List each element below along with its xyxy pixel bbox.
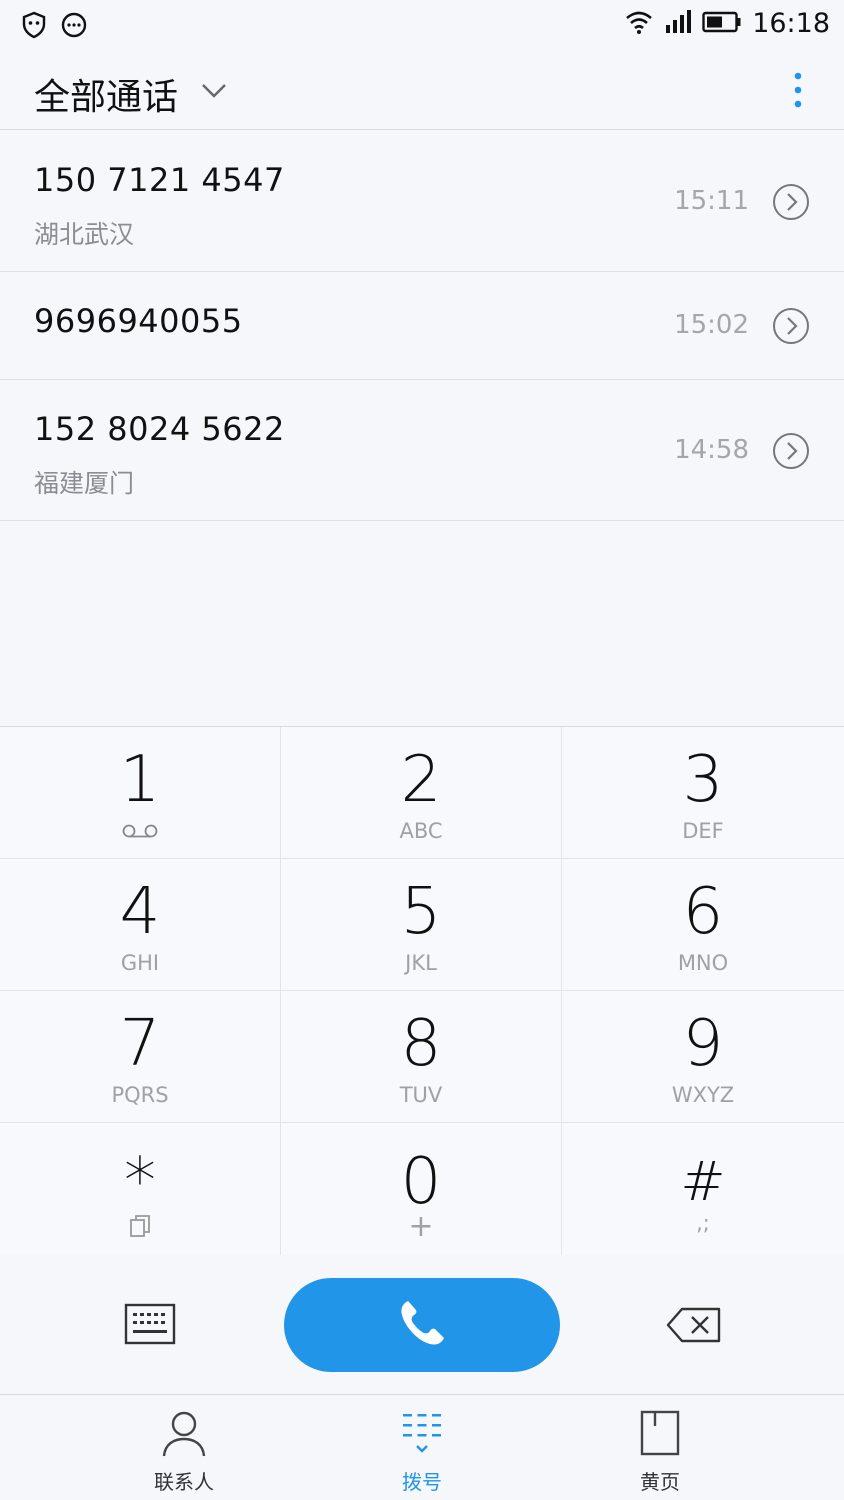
- key-star[interactable]: *: [0, 1123, 281, 1256]
- key-letters: JKL: [405, 951, 437, 975]
- bottom-nav: 联系人 拨号 黄页: [0, 1396, 844, 1500]
- key-letters: PQRS: [111, 1083, 169, 1107]
- battery-icon: [702, 11, 742, 37]
- call-log-item[interactable]: 9696940055 15:02: [0, 272, 844, 380]
- status-time: 16:18: [752, 8, 830, 39]
- key-letters: WXYZ: [671, 1083, 735, 1107]
- status-bar: 16:18: [0, 0, 844, 50]
- keyboard-icon[interactable]: [124, 1303, 176, 1349]
- key-digit: 0: [400, 1145, 442, 1219]
- key-5[interactable]: 5 JKL: [281, 859, 562, 991]
- key-3[interactable]: 3 DEF: [562, 727, 844, 859]
- phone-icon: [394, 1295, 450, 1355]
- call-time: 15:11: [674, 186, 749, 216]
- key-2[interactable]: 2 ABC: [281, 727, 562, 859]
- key-letters: ,;: [696, 1211, 710, 1235]
- backspace-icon[interactable]: [666, 1307, 722, 1347]
- key-digit: 4: [119, 875, 161, 949]
- call-location: 福建厦门: [34, 469, 135, 498]
- wifi-icon: [624, 9, 654, 39]
- nav-label: 黄页: [640, 1470, 680, 1494]
- dial-keypad: 1 2 ABC 3 DEF 4 GHI 5 JKL 6 MNO 7 PQRS 8…: [0, 726, 844, 1256]
- dialpad-icon: [401, 1410, 443, 1462]
- key-letters: GHI: [120, 951, 160, 975]
- key-hash[interactable]: # ,;: [562, 1123, 844, 1256]
- key-9[interactable]: 9 WXYZ: [562, 991, 844, 1123]
- more-options-icon[interactable]: [792, 70, 804, 114]
- key-letters: +: [408, 1209, 434, 1244]
- key-4[interactable]: 4 GHI: [0, 859, 281, 991]
- call-filter-title[interactable]: 全部通话: [34, 68, 178, 120]
- key-letters: TUV: [399, 1083, 443, 1107]
- call-location: 湖北武汉: [34, 220, 135, 249]
- dial-action-row: [0, 1255, 844, 1395]
- key-digit: #: [680, 1150, 726, 1213]
- copy-icon: [128, 1213, 152, 1243]
- key-digit: 1: [119, 743, 161, 817]
- call-log-item[interactable]: 150 7121 4547 湖北武汉 15:11: [0, 131, 844, 272]
- key-digit: *: [124, 1145, 156, 1219]
- key-digit: 3: [682, 743, 724, 817]
- key-digit: 6: [682, 875, 724, 949]
- signal-icon: [664, 9, 692, 38]
- nav-contacts[interactable]: 联系人: [84, 1396, 284, 1500]
- key-digit: 2: [400, 743, 442, 817]
- key-0[interactable]: 0 +: [281, 1123, 562, 1256]
- chevron-right-circle-icon[interactable]: [772, 183, 810, 221]
- nav-label: 联系人: [154, 1470, 214, 1494]
- chevron-right-circle-icon[interactable]: [772, 307, 810, 345]
- nav-label: 拨号: [402, 1470, 442, 1494]
- key-1[interactable]: 1: [0, 727, 281, 859]
- call-number: 152 8024 5622: [34, 410, 285, 448]
- chevron-down-icon[interactable]: [200, 78, 228, 106]
- book-icon: [640, 1410, 680, 1460]
- person-icon: [161, 1410, 207, 1462]
- call-time: 15:02: [674, 310, 749, 340]
- call-number: 150 7121 4547: [34, 161, 285, 199]
- key-8[interactable]: 8 TUV: [281, 991, 562, 1123]
- call-time: 14:58: [674, 435, 749, 465]
- app-header: 全部通话: [0, 50, 844, 130]
- key-letters: MNO: [677, 951, 729, 975]
- nav-yellow-pages[interactable]: 黄页: [560, 1396, 760, 1500]
- call-button[interactable]: [284, 1278, 560, 1372]
- shield-icon: [20, 11, 48, 43]
- key-digit: 9: [682, 1007, 724, 1081]
- key-letters: DEF: [682, 819, 724, 843]
- key-6[interactable]: 6 MNO: [562, 859, 844, 991]
- nav-dial[interactable]: 拨号: [322, 1396, 522, 1500]
- key-digit: 7: [119, 1007, 161, 1081]
- key-digit: 5: [400, 875, 442, 949]
- call-log-list: 150 7121 4547 湖北武汉 15:11 9696940055 15:0…: [0, 131, 844, 521]
- call-number: 9696940055: [34, 302, 243, 340]
- key-letters: ABC: [399, 819, 443, 843]
- message-icon: [60, 11, 88, 43]
- key-7[interactable]: 7 PQRS: [0, 991, 281, 1123]
- voicemail-icon: [122, 823, 158, 842]
- key-digit: 8: [400, 1007, 442, 1081]
- call-log-item[interactable]: 152 8024 5622 福建厦门 14:58: [0, 380, 844, 521]
- chevron-right-circle-icon[interactable]: [772, 432, 810, 470]
